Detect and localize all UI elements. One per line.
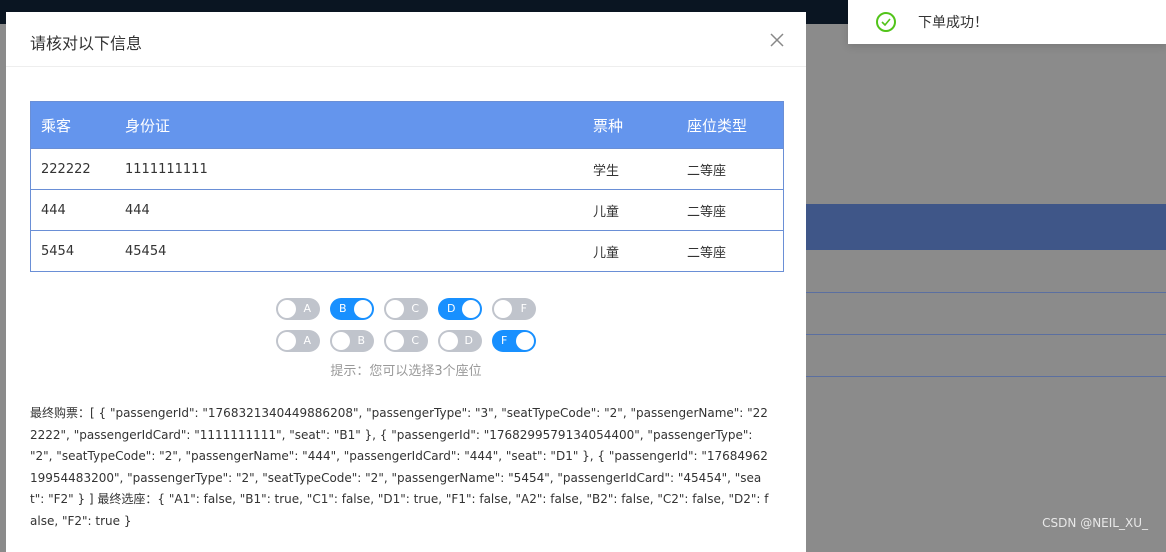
modal-header: 请核对以下信息 xyxy=(6,12,806,67)
passenger-table: 乘客 身份证 票种 座位类型 222222 1111111111 学生 二等座 … xyxy=(30,101,784,272)
cell-seat-type: 二等座 xyxy=(687,163,727,179)
success-toast: 下单成功！ xyxy=(848,0,1166,44)
cell-passenger-name: 222222 xyxy=(41,161,91,177)
column-header-seat-type: 座位类型 xyxy=(687,116,748,135)
cell-seat-type: 二等座 xyxy=(687,245,727,261)
seat-toggle-b2[interactable]: B xyxy=(330,330,374,352)
seat-selector: A B C D F xyxy=(6,298,806,324)
background-divider xyxy=(806,376,1166,377)
seat-toggle-a1[interactable]: A xyxy=(276,298,320,320)
seat-row-2: A B C D F xyxy=(6,330,806,356)
cell-seat-type: 二等座 xyxy=(687,204,727,220)
cell-id-card: 444 xyxy=(125,202,150,218)
seat-toggle-c1[interactable]: C xyxy=(384,298,428,320)
seat-hint: 提示：您可以选择3个座位 xyxy=(330,364,482,379)
watermark: CSDN @NEIL_XU_ xyxy=(1042,516,1148,530)
seat-toggle-f1[interactable]: F xyxy=(492,298,536,320)
seat-toggle-d2[interactable]: D xyxy=(438,330,482,352)
seat-row-1: A B C D F xyxy=(6,298,806,324)
background-table-header xyxy=(806,204,1166,250)
column-header-idcard: 身份证 xyxy=(125,116,171,135)
seat-selector: A B C D F xyxy=(6,330,806,356)
check-circle-icon xyxy=(876,12,896,32)
close-icon[interactable] xyxy=(770,32,784,47)
background-divider xyxy=(806,292,1166,293)
toast-message: 下单成功！ xyxy=(918,15,988,31)
confirm-order-modal: 请核对以下信息 乘客 身份证 票种 座位类型 222222 1111111111… xyxy=(6,12,806,552)
table-row: 444 444 儿童 二等座 xyxy=(31,189,783,230)
table-header: 乘客 身份证 票种 座位类型 xyxy=(31,102,783,148)
column-header-ticket-type: 票种 xyxy=(593,116,624,135)
background-divider xyxy=(806,334,1166,335)
cell-ticket-type: 儿童 xyxy=(593,204,620,220)
seat-toggle-d1[interactable]: D xyxy=(438,298,482,320)
seat-toggle-c2[interactable]: C xyxy=(384,330,428,352)
cell-id-card: 45454 xyxy=(125,243,167,259)
seat-toggle-a2[interactable]: A xyxy=(276,330,320,352)
cell-id-card: 1111111111 xyxy=(125,161,208,177)
seat-toggle-b1[interactable]: B xyxy=(330,298,374,320)
seat-toggle-f2[interactable]: F xyxy=(492,330,536,352)
cell-ticket-type: 儿童 xyxy=(593,245,620,261)
table-row: 5454 45454 儿童 二等座 xyxy=(31,230,783,271)
final-order-summary: 最终购票：[ { "passengerId": "176832134044988… xyxy=(30,406,769,528)
cell-passenger-name: 5454 xyxy=(41,243,75,259)
cell-passenger-name: 444 xyxy=(41,202,66,218)
modal-title: 请核对以下信息 xyxy=(30,34,143,53)
table-row: 222222 1111111111 学生 二等座 xyxy=(31,148,783,189)
column-header-passenger: 乘客 xyxy=(41,116,72,135)
cell-ticket-type: 学生 xyxy=(593,163,620,179)
